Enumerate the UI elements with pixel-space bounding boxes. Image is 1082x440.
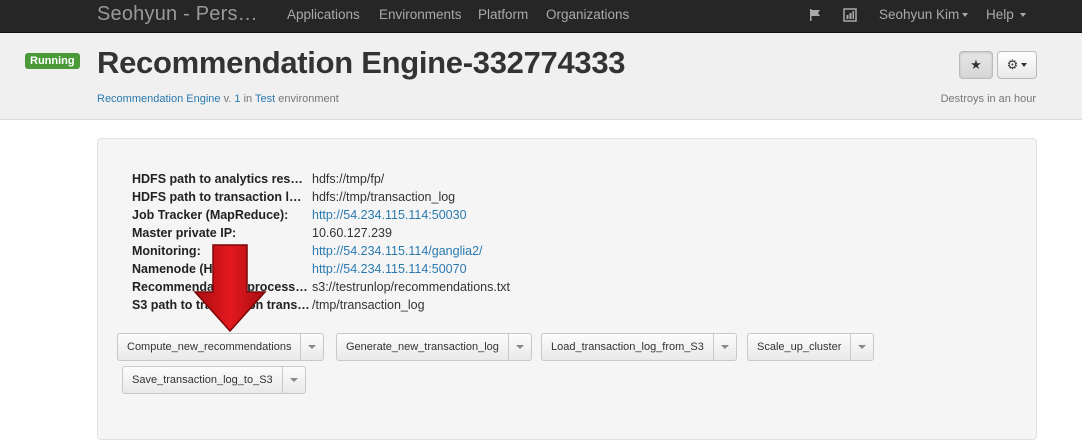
flag-icon[interactable] (808, 8, 822, 22)
action-dropdown-toggle[interactable] (507, 334, 531, 360)
action-dropdown-toggle[interactable] (712, 334, 736, 360)
property-key: HDFS path to analytics res… (132, 172, 303, 186)
action-dropdown-toggle[interactable] (850, 334, 873, 360)
action-save-transaction-log-to-s3[interactable]: Save_transaction_log_to_S3 (122, 366, 306, 394)
app-link[interactable]: Recommendation Engine (97, 93, 221, 105)
gear-icon: ⚙ (1006, 57, 1019, 72)
action-generate-new-transaction-log[interactable]: Generate_new_transaction_log (336, 333, 532, 361)
action-dropdown-toggle[interactable] (300, 334, 323, 360)
namenode-link[interactable]: http://54.234.115.114:50070 (312, 260, 467, 278)
property-value: /tmp/transaction_log (312, 298, 425, 312)
chevron-down-icon (962, 13, 969, 18)
action-button-label[interactable]: Load_transaction_log_from_S3 (542, 334, 713, 360)
page-header: Running Recommendation Engine-332774333 … (0, 33, 1082, 120)
property-row: HDFS path to transaction l… hdfs://tmp/tr… (132, 188, 552, 206)
status-badge: Running (25, 53, 80, 69)
chevron-down-icon (1019, 13, 1026, 18)
property-row: Master private IP: 10.60.127.239 (132, 224, 552, 242)
action-load-transaction-log-from-s3[interactable]: Load_transaction_log_from_S3 (541, 333, 737, 361)
star-icon: ★ (970, 57, 982, 72)
user-name: Seohyun Kim (879, 7, 960, 22)
property-value: hdfs://tmp/transaction_log (312, 190, 456, 204)
help-menu[interactable]: Help (986, 7, 1026, 22)
chevron-down-icon (308, 345, 317, 349)
chevron-down-icon (720, 345, 729, 349)
action-scale-up-cluster[interactable]: Scale_up_cluster (747, 333, 875, 361)
brand-title[interactable]: Seohyun - Pers… (97, 3, 258, 26)
action-button-label[interactable]: Compute_new_recommendations (118, 334, 300, 360)
help-label: Help (986, 7, 1014, 22)
user-menu[interactable]: Seohyun Kim (879, 7, 969, 22)
action-compute-new-recommendations[interactable]: Compute_new_recommendations (117, 333, 325, 361)
chevron-down-icon (515, 345, 524, 349)
chevron-down-icon (1021, 63, 1028, 67)
chevron-down-icon (858, 345, 867, 349)
chevron-down-icon (289, 378, 298, 382)
environment-link[interactable]: Test (255, 93, 275, 105)
action-button-label[interactable]: Scale_up_cluster (748, 334, 850, 360)
property-row: Job Tracker (MapReduce): http://54.234.11… (132, 206, 552, 224)
nav-organizations[interactable]: Organizations (546, 7, 629, 22)
favorite-button[interactable]: ★ (959, 51, 993, 79)
version-link[interactable]: 1 (234, 93, 240, 105)
settings-button[interactable]: ⚙ (997, 51, 1037, 79)
version-prefix: v. (223, 93, 232, 105)
property-key: Job Tracker (MapReduce): (132, 208, 289, 222)
action-button-label[interactable]: Generate_new_transaction_log (337, 334, 508, 360)
page-title: Recommendation Engine-332774333 (97, 45, 626, 80)
destroy-timer: Destroys in an hour (940, 93, 1036, 105)
property-value: s3://testrunlop/recommendations.txt (312, 280, 511, 294)
nav-environments[interactable]: Environments (379, 7, 462, 22)
property-value: 10.60.127.239 (312, 226, 392, 240)
breadcrumb: Recommendation Engine v. 1 in Test envir… (97, 93, 339, 105)
job-tracker-link[interactable]: http://54.234.115.114:50030 (312, 206, 467, 224)
environment-suffix: environment (278, 93, 339, 105)
property-row: HDFS path to analytics res… hdfs://tmp/fp… (132, 170, 552, 188)
monitoring-link[interactable]: http://54.234.115.114/ganglia2/ (312, 242, 483, 260)
nav-applications[interactable]: Applications (287, 7, 360, 22)
top-navbar: Seohyun - Pers… Applications Environment… (0, 0, 1082, 33)
in-text: in (243, 93, 253, 105)
red-arrow-down-icon (193, 244, 267, 332)
nav-platform[interactable]: Platform (478, 7, 528, 22)
property-value: hdfs://tmp/fp/ (312, 172, 385, 186)
action-button-label[interactable]: Save_transaction_log_to_S3 (123, 367, 282, 393)
chart-icon[interactable] (843, 8, 857, 22)
property-key: Master private IP: (132, 226, 237, 240)
action-dropdown-toggle[interactable] (281, 367, 305, 393)
property-key: HDFS path to transaction l… (132, 190, 302, 204)
